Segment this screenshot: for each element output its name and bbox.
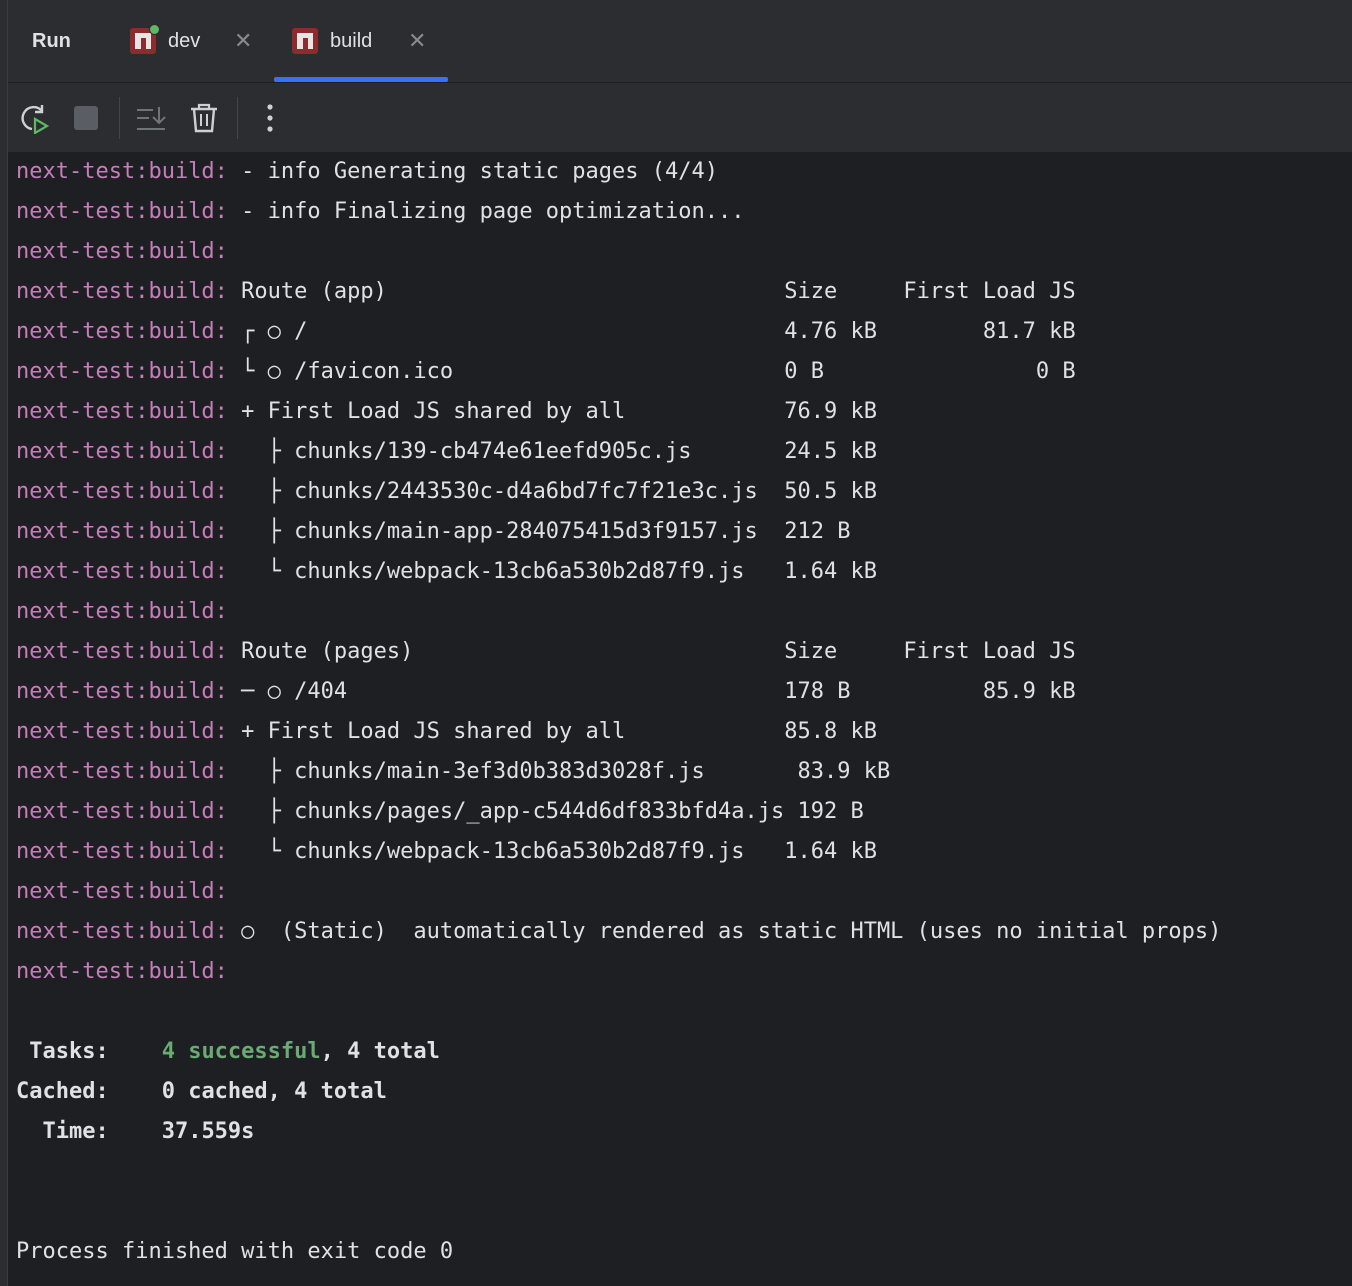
line-text: ├ chunks/pages/_app-c544d6df833bfd4a.js … bbox=[241, 799, 864, 824]
running-indicator-icon bbox=[149, 24, 160, 35]
task-prefix: next-test:build: bbox=[16, 359, 228, 384]
summary-cached: Cached: 0 cached, 4 total bbox=[16, 1072, 387, 1112]
task-prefix: next-test:build: bbox=[16, 559, 228, 584]
task-prefix: next-test:build: bbox=[16, 319, 228, 344]
left-rail bbox=[0, 0, 8, 1286]
console-line: next-test:build: ├ chunks/pages/_app-c54… bbox=[16, 792, 864, 832]
task-prefix: next-test:build: bbox=[16, 159, 228, 184]
task-prefix: next-test:build: bbox=[16, 439, 228, 464]
task-prefix: next-test:build: bbox=[16, 199, 228, 224]
task-prefix: next-test:build: bbox=[16, 879, 228, 904]
toolbar-divider bbox=[119, 97, 120, 139]
task-prefix: next-test:build: bbox=[16, 719, 228, 744]
console-line: next-test:build: ├ chunks/139-cb474e61ee… bbox=[16, 432, 877, 472]
console-line: next-test:build: ├ chunks/main-3ef3d0b38… bbox=[16, 752, 890, 792]
task-prefix: next-test:build: bbox=[16, 799, 228, 824]
task-prefix: next-test:build: bbox=[16, 239, 228, 264]
console-line: next-test:build: bbox=[16, 592, 241, 632]
run-tool-window-title: Run bbox=[32, 30, 71, 52]
task-prefix: next-test:build: bbox=[16, 679, 228, 704]
console-line: next-test:build: - info Finalizing page … bbox=[16, 192, 745, 232]
line-text: ┌ ○ / 4.76 kB 81.7 kB bbox=[241, 319, 1076, 344]
console-line: next-test:build: ┌ ○ / 4.76 kB 81.7 kB bbox=[16, 312, 1076, 352]
task-prefix: next-test:build: bbox=[16, 479, 228, 504]
console-line: next-test:build: + First Load JS shared … bbox=[16, 712, 877, 752]
task-prefix: next-test:build: bbox=[16, 399, 228, 424]
run-toolbar bbox=[8, 83, 1352, 152]
console-line: next-test:build: bbox=[16, 232, 241, 272]
task-prefix: next-test:build: bbox=[16, 519, 228, 544]
line-text: ├ chunks/main-app-284075415d3f9157.js 21… bbox=[241, 519, 851, 544]
line-text: ├ chunks/main-3ef3d0b383d3028f.js 83.9 k… bbox=[241, 759, 891, 784]
task-prefix: next-test:build: bbox=[16, 839, 228, 864]
summary-label: Tasks: bbox=[16, 1039, 162, 1064]
console-line: next-test:build: ├ chunks/2443530c-d4a6b… bbox=[16, 472, 877, 512]
more-icon[interactable] bbox=[253, 101, 287, 135]
console-line: next-test:build: ─ ○ /404 178 B 85.9 kB bbox=[16, 672, 1076, 712]
line-text: └ ○ /favicon.ico 0 B 0 B bbox=[241, 359, 1076, 384]
line-text: Route (app) Size First Load JS bbox=[241, 279, 1076, 304]
close-icon[interactable]: ✕ bbox=[234, 30, 252, 52]
summary-value: 0 cached, 4 total bbox=[161, 1079, 387, 1104]
console-line: next-test:build: - info Generating stati… bbox=[16, 152, 718, 192]
line-text: ─ ○ /404 178 B 85.9 kB bbox=[241, 679, 1076, 704]
rerun-icon[interactable] bbox=[17, 101, 51, 135]
console-line: next-test:build: bbox=[16, 872, 241, 912]
console-output[interactable]: next-test:build: - info Generating stati… bbox=[8, 152, 1352, 1286]
console-line: next-test:build: └ ○ /favicon.ico 0 B 0 … bbox=[16, 352, 1076, 392]
line-text: + First Load JS shared by all 85.8 kB bbox=[241, 719, 877, 744]
summary-label: Time: bbox=[16, 1119, 162, 1144]
tab-build-label: build bbox=[330, 30, 373, 52]
console-line: next-test:build: └ chunks/webpack-13cb6a… bbox=[16, 552, 877, 592]
console-line: next-test:build: Route (app) Size First … bbox=[16, 272, 1076, 312]
task-prefix: next-test:build: bbox=[16, 639, 228, 664]
summary-value: 37.559s bbox=[161, 1119, 255, 1144]
close-icon[interactable]: ✕ bbox=[408, 30, 426, 52]
console-line: next-test:build: └ chunks/webpack-13cb6a… bbox=[16, 832, 877, 872]
line-text: └ chunks/webpack-13cb6a530b2d87f9.js 1.6… bbox=[241, 839, 877, 864]
summary-tasks: Tasks: 4 successful, 4 total bbox=[16, 1032, 440, 1072]
console-line: next-test:build: bbox=[16, 952, 241, 992]
tab-dev[interactable]: dev ✕ bbox=[126, 0, 256, 82]
task-prefix: next-test:build: bbox=[16, 599, 228, 624]
console-line: next-test:build: Route (pages) Size Firs… bbox=[16, 632, 1076, 672]
line-text: Route (pages) Size First Load JS bbox=[241, 639, 1076, 664]
tab-build[interactable]: build ✕ bbox=[274, 0, 448, 82]
line-text: └ chunks/webpack-13cb6a530b2d87f9.js 1.6… bbox=[241, 559, 877, 584]
summary-time: Time: 37.559s bbox=[16, 1112, 254, 1152]
task-prefix: next-test:build: bbox=[16, 959, 228, 984]
line-text: ├ chunks/2443530c-d4a6bd7fc7f21e3c.js 50… bbox=[241, 479, 877, 504]
scroll-to-end-icon[interactable] bbox=[134, 101, 168, 135]
toolbar-divider bbox=[237, 97, 238, 139]
console-line: next-test:build: + First Load JS shared … bbox=[16, 392, 877, 432]
line-text: + First Load JS shared by all 76.9 kB bbox=[241, 399, 877, 424]
exit-message: Process finished with exit code 0 bbox=[16, 1239, 454, 1264]
clear-icon[interactable] bbox=[187, 101, 221, 135]
console-line: next-test:build: ○ (Static) automaticall… bbox=[16, 912, 1221, 952]
line-text: ├ chunks/139-cb474e61eefd905c.js 24.5 kB bbox=[241, 439, 877, 464]
line-text: - info Finalizing page optimization... bbox=[241, 199, 745, 224]
console-line: next-test:build: ├ chunks/main-app-28407… bbox=[16, 512, 850, 552]
npm-icon bbox=[130, 24, 160, 54]
stop-icon[interactable] bbox=[69, 101, 103, 135]
line-text: - info Generating static pages (4/4) bbox=[241, 159, 718, 184]
summary-value: , 4 total bbox=[320, 1039, 440, 1064]
success-count: 4 successful bbox=[161, 1039, 321, 1064]
tab-dev-label: dev bbox=[168, 30, 201, 52]
npm-icon bbox=[292, 28, 318, 54]
summary-label: Cached: bbox=[16, 1079, 162, 1104]
task-prefix: next-test:build: bbox=[16, 759, 228, 784]
task-prefix: next-test:build: bbox=[16, 919, 228, 944]
task-prefix: next-test:build: bbox=[16, 279, 228, 304]
active-tab-indicator bbox=[274, 77, 448, 82]
line-text: ○ (Static) automatically rendered as sta… bbox=[241, 919, 1222, 944]
run-tabbar: Run dev ✕ build ✕ bbox=[8, 0, 1352, 83]
